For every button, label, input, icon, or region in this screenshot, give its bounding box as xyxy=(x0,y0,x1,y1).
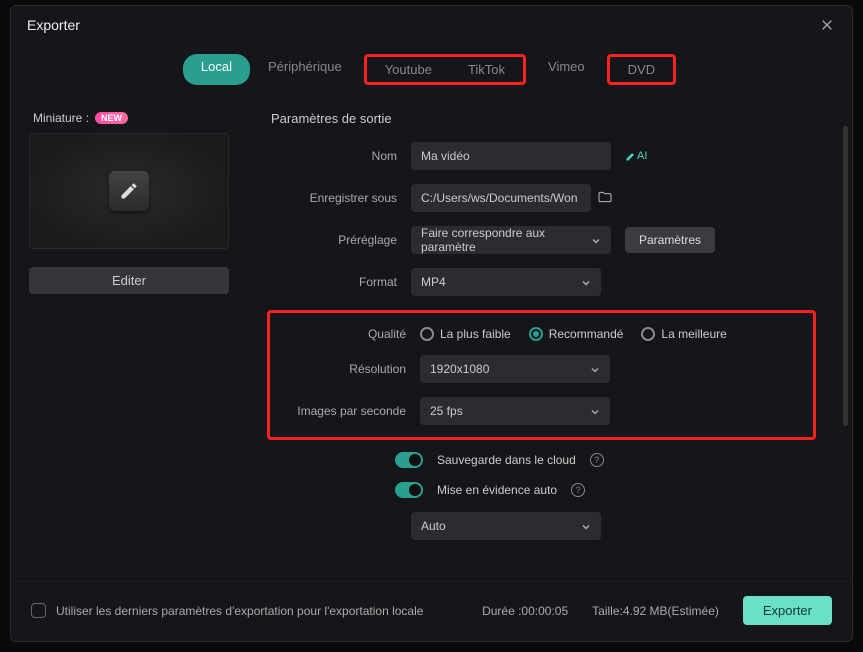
pencil-icon xyxy=(109,171,149,211)
parameters-button[interactable]: Paramètres xyxy=(625,227,715,253)
chevron-down-icon xyxy=(581,277,591,287)
highlight-box-quality: Qualité La plus faible Recommandé La xyxy=(267,310,816,440)
help-icon[interactable]: ? xyxy=(590,453,604,467)
save-as-label: Enregistrer sous xyxy=(271,191,411,205)
quality-radios: La plus faible Recommandé La meilleure xyxy=(420,327,727,341)
edit-button[interactable]: Editer xyxy=(29,267,229,294)
quality-label: Qualité xyxy=(280,327,420,341)
save-as-input[interactable]: C:/Users/ws/Documents/Won xyxy=(411,184,591,212)
tab-local[interactable]: Local xyxy=(183,54,250,85)
tab-tiktok[interactable]: TikTok xyxy=(450,57,523,82)
footer: Utiliser les derniers paramètres d'expor… xyxy=(11,581,852,641)
ai-icon[interactable]: AI xyxy=(625,150,647,162)
chevron-down-icon xyxy=(590,406,600,416)
tab-youtube[interactable]: Youtube xyxy=(367,57,450,82)
output-settings-title: Paramètres de sortie xyxy=(271,111,816,126)
name-input[interactable]: Ma vidéo xyxy=(411,142,611,170)
close-icon[interactable] xyxy=(818,16,836,34)
highlight-label: Mise en évidence auto xyxy=(437,483,557,497)
export-tabs: Local Périphérique Youtube TikTok Vimeo … xyxy=(11,40,852,97)
highlight-box-tabs: Youtube TikTok xyxy=(364,54,526,85)
auto-select[interactable]: Auto xyxy=(411,512,601,540)
scrollbar[interactable] xyxy=(843,126,848,426)
radio-recommended[interactable]: Recommandé xyxy=(529,327,624,341)
resolution-select[interactable]: 1920x1080 xyxy=(420,355,610,383)
highlight-box-dvd: DVD xyxy=(607,54,676,85)
use-last-checkbox[interactable] xyxy=(31,603,46,618)
name-label: Nom xyxy=(271,149,411,163)
radio-lowest[interactable]: La plus faible xyxy=(420,327,511,341)
chevron-down-icon xyxy=(590,364,600,374)
use-last-label: Utiliser les derniers paramètres d'expor… xyxy=(56,604,423,618)
miniature-label: Miniature : NEW xyxy=(33,111,247,125)
tab-vimeo[interactable]: Vimeo xyxy=(530,54,603,85)
titlebar: Exporter xyxy=(11,6,852,40)
help-icon[interactable]: ? xyxy=(571,483,585,497)
export-dialog: Exporter Local Périphérique Youtube TikT… xyxy=(10,5,853,642)
format-label: Format xyxy=(271,275,411,289)
highlight-toggle[interactable] xyxy=(395,482,423,498)
export-button[interactable]: Exporter xyxy=(743,596,832,625)
dialog-title: Exporter xyxy=(27,17,80,33)
fps-select[interactable]: 25 fps xyxy=(420,397,610,425)
preset-select[interactable]: Faire correspondre aux paramètre xyxy=(411,226,611,254)
cloud-toggle[interactable] xyxy=(395,452,423,468)
tab-dvd[interactable]: DVD xyxy=(610,57,673,82)
cloud-label: Sauvegarde dans le cloud xyxy=(437,453,576,467)
preset-label: Préréglage xyxy=(271,233,411,247)
format-select[interactable]: MP4 xyxy=(411,268,601,296)
chevron-down-icon xyxy=(591,235,601,245)
radio-dot xyxy=(529,327,543,341)
chevron-down-icon xyxy=(581,521,591,531)
radio-dot xyxy=(420,327,434,341)
size-info: Taille:4.92 MB(Estimée) xyxy=(592,604,719,618)
folder-icon[interactable] xyxy=(597,189,613,208)
thumbnail-preview[interactable] xyxy=(29,133,229,249)
radio-dot xyxy=(641,327,655,341)
fps-label: Images par seconde xyxy=(280,404,420,418)
radio-best[interactable]: La meilleure xyxy=(641,327,726,341)
resolution-label: Résolution xyxy=(280,362,420,376)
tab-peripherique[interactable]: Périphérique xyxy=(250,54,360,85)
duration-info: Durée :00:00:05 xyxy=(482,604,568,618)
new-badge: NEW xyxy=(95,112,128,124)
